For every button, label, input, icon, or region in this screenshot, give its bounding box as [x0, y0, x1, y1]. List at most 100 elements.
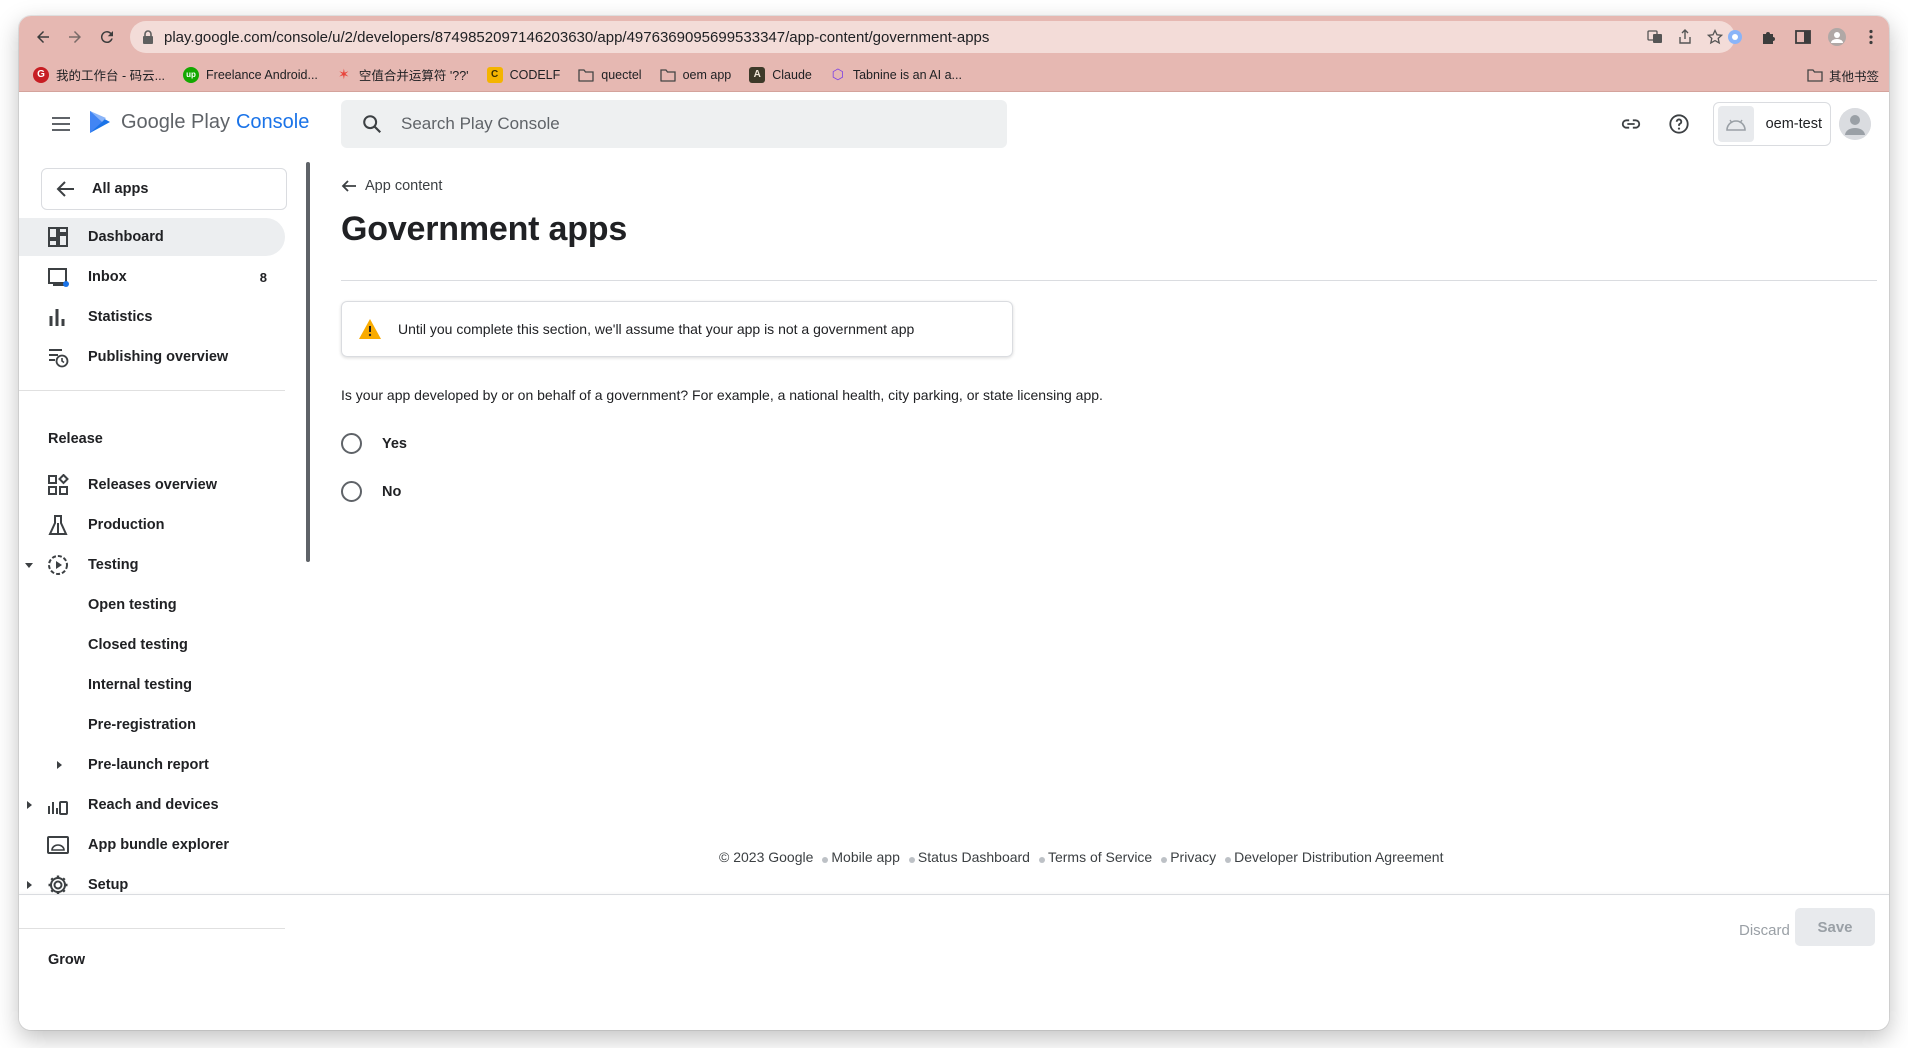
sidebar-item-pre-launch-report[interactable]: Pre-launch report: [19, 746, 285, 784]
footer-link-privacy[interactable]: Privacy: [1170, 849, 1216, 865]
releases-grid-icon: [47, 474, 69, 496]
bookmark-folder[interactable]: quectel: [578, 67, 642, 83]
sidebar: All apps Dashboard Inbox 8 Statistics Pu…: [19, 156, 287, 1030]
bookmark-item[interactable]: ✶ 空值合并运算符 '??': [336, 65, 469, 84]
bookmark-item[interactable]: C CODELF: [486, 66, 560, 83]
sidebar-item-internal-testing[interactable]: Internal testing: [19, 666, 285, 704]
radio-button[interactable]: [341, 481, 362, 502]
bookmark-item[interactable]: G 我的工作台 - 码云...: [33, 65, 165, 84]
bookmark-star-icon: ✶: [338, 66, 350, 82]
browser-toolbar: play.google.com/console/u/2/developers/8…: [19, 16, 1889, 58]
sidebar-item-app-bundle-explorer[interactable]: App bundle explorer: [19, 826, 285, 864]
claude-icon: A: [749, 66, 766, 83]
radio-option-yes[interactable]: Yes: [341, 433, 407, 454]
caret-right-icon[interactable]: [23, 799, 35, 811]
page-footer: © 2023 Google Mobile app Status Dashboar…: [719, 849, 1443, 865]
sidebar-item-open-testing[interactable]: Open testing: [19, 586, 285, 624]
play-console-app: Google Play Console oem-test All: [19, 92, 1889, 1030]
page-title: Government apps: [341, 210, 628, 248]
publishing-clock-icon: [47, 346, 69, 368]
lock-icon: [143, 30, 153, 44]
sidebar-divider: [19, 928, 285, 929]
arrow-left-icon: [341, 180, 356, 192]
dashboard-icon: [47, 226, 69, 248]
discard-button[interactable]: Discard: [1739, 922, 1790, 939]
arrow-left-icon: [56, 181, 74, 197]
footer-link-dda[interactable]: Developer Distribution Agreement: [1234, 849, 1443, 865]
caret-right-icon[interactable]: [23, 879, 35, 891]
play-logo-icon: [90, 111, 110, 133]
government-question: Is your app developed by or on behalf of…: [341, 387, 1103, 403]
sidebar-item-releases-overview[interactable]: Releases overview: [19, 466, 285, 504]
copyright-text: © 2023 Google: [719, 849, 814, 865]
android-icon: [1717, 106, 1754, 142]
bookmark-item[interactable]: A Claude: [749, 66, 812, 83]
sidebar-item-publishing-overview[interactable]: Publishing overview: [19, 338, 285, 376]
warning-icon: [359, 319, 381, 339]
sidebar-item-testing[interactable]: Testing: [19, 546, 285, 584]
reload-icon[interactable]: [91, 21, 123, 53]
bookmark-folder[interactable]: oem app: [659, 67, 731, 83]
warning-banner: Until you complete this section, we'll a…: [341, 301, 1013, 357]
user-avatar[interactable]: [1839, 108, 1871, 140]
address-bar[interactable]: play.google.com/console/u/2/developers/8…: [130, 21, 1735, 53]
testing-play-icon: [47, 554, 69, 576]
section-heading-release: Release: [48, 431, 103, 447]
help-icon[interactable]: [1665, 110, 1693, 138]
url-text: play.google.com/console/u/2/developers/8…: [164, 28, 990, 46]
forward-arrow-icon[interactable]: [59, 21, 91, 53]
side-panel-icon[interactable]: [1793, 27, 1813, 47]
sidebar-item-statistics[interactable]: Statistics: [19, 298, 285, 336]
hamburger-menu-icon[interactable]: [49, 112, 73, 136]
search-input[interactable]: [401, 114, 961, 134]
account-switcher[interactable]: oem-test: [1712, 102, 1831, 146]
reach-devices-icon: [47, 794, 69, 816]
app-bundle-icon: [47, 834, 69, 856]
codelf-icon: C: [486, 66, 503, 83]
folder-icon: [1807, 69, 1823, 82]
profile-avatar-icon[interactable]: [1827, 27, 1847, 47]
kebab-menu-icon[interactable]: [1861, 27, 1881, 47]
sidebar-item-closed-testing[interactable]: Closed testing: [19, 626, 285, 664]
production-flask-icon: [47, 514, 69, 536]
browser-window: play.google.com/console/u/2/developers/8…: [19, 16, 1889, 1030]
sidebar-scrollbar[interactable]: [306, 162, 310, 562]
search-box[interactable]: [341, 100, 1007, 148]
sidebar-item-production[interactable]: Production: [19, 506, 285, 544]
link-icon[interactable]: [1617, 110, 1645, 138]
sidebar-item-pre-registration[interactable]: Pre-registration: [19, 706, 285, 744]
play-console-logo[interactable]: Google Play Console: [87, 109, 309, 135]
puzzle-icon[interactable]: [1759, 27, 1779, 47]
caret-right-icon[interactable]: [53, 759, 65, 771]
bar-chart-icon: [47, 306, 69, 328]
back-arrow-icon[interactable]: [27, 21, 59, 53]
translate-icon[interactable]: [1647, 29, 1663, 45]
footer-link-status-dashboard[interactable]: Status Dashboard: [918, 849, 1030, 865]
extension-globe-icon[interactable]: [1725, 27, 1745, 47]
bookmarks-bar: G 我的工作台 - 码云... up Freelance Android... ✶ 空…: [19, 58, 1889, 92]
footer-link-terms[interactable]: Terms of Service: [1048, 849, 1152, 865]
action-bar-divider: [19, 894, 1889, 895]
section-heading-grow: Grow: [48, 952, 86, 968]
bookmark-item[interactable]: ⬡ Tabnine is an AI a...: [830, 66, 962, 83]
radio-button[interactable]: [341, 433, 362, 454]
inbox-count-badge: 8: [259, 269, 267, 285]
footer-link-mobile-app[interactable]: Mobile app: [831, 849, 900, 865]
bookmark-item[interactable]: up Freelance Android...: [183, 66, 318, 83]
search-icon: [363, 115, 382, 134]
gear-icon: [47, 874, 69, 896]
sidebar-item-setup[interactable]: Setup: [19, 866, 285, 904]
sidebar-item-dashboard[interactable]: Dashboard: [19, 218, 285, 256]
folder-icon: [578, 68, 594, 82]
inbox-icon: [47, 266, 69, 288]
all-apps-button[interactable]: All apps: [41, 168, 287, 210]
star-icon[interactable]: [1707, 29, 1723, 45]
sidebar-item-inbox[interactable]: Inbox 8: [19, 258, 285, 296]
back-to-app-content-link[interactable]: App content: [341, 178, 442, 194]
radio-option-no[interactable]: No: [341, 481, 401, 502]
save-button[interactable]: Save: [1795, 908, 1875, 946]
caret-down-icon[interactable]: [23, 559, 35, 571]
other-bookmarks[interactable]: 其他书签: [1807, 58, 1879, 92]
sidebar-item-reach-and-devices[interactable]: Reach and devices: [19, 786, 285, 824]
share-icon[interactable]: [1677, 29, 1693, 45]
